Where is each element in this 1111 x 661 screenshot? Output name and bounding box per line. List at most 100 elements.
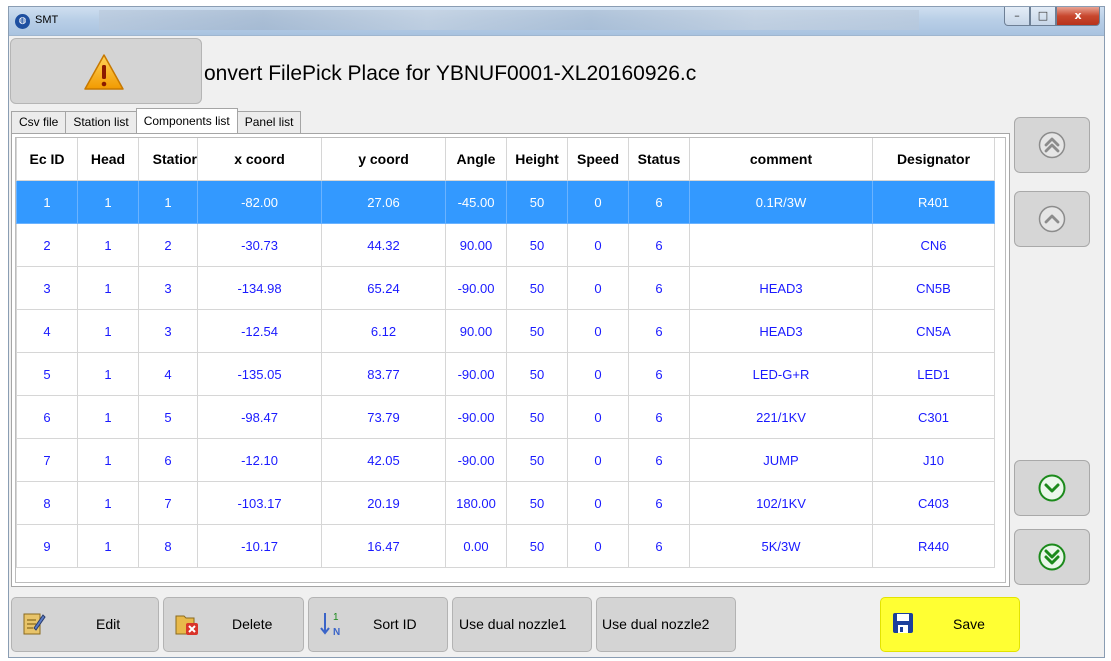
- cell-angle[interactable]: 90.00: [445, 309, 507, 353]
- delete-button[interactable]: Delete: [163, 597, 304, 652]
- cell-ec-id[interactable]: 9: [16, 524, 78, 568]
- table-row[interactable]: 3 1 3 -134.98 65.24 -90.00 50 0 6 HEAD3 CN5B: [16, 266, 995, 310]
- cell-y-coord[interactable]: 6.12: [321, 309, 446, 353]
- tab-station-list[interactable]: Station list: [65, 111, 137, 133]
- cell-ec-id[interactable]: 6: [16, 395, 78, 439]
- cell-station[interactable]: 5: [138, 395, 198, 439]
- sort-id-button[interactable]: 1 N Sort ID: [308, 597, 448, 652]
- cell-comment[interactable]: 5K/3W: [689, 524, 873, 568]
- cell-designator[interactable]: J10: [872, 438, 995, 482]
- tab-panel-list[interactable]: Panel list: [236, 111, 302, 133]
- cell-height[interactable]: 50: [506, 395, 568, 439]
- cell-ec-id[interactable]: 3: [16, 266, 78, 310]
- cell-angle[interactable]: -90.00: [445, 438, 507, 482]
- cell-comment[interactable]: HEAD3: [689, 309, 873, 353]
- cell-station[interactable]: 1: [138, 180, 198, 224]
- cell-station[interactable]: 3: [138, 309, 198, 353]
- cell-ec-id[interactable]: 5: [16, 352, 78, 396]
- cell-angle[interactable]: -90.00: [445, 266, 507, 310]
- cell-designator[interactable]: R440: [872, 524, 995, 568]
- cell-y-coord[interactable]: 20.19: [321, 481, 446, 525]
- cell-ec-id[interactable]: 1: [16, 180, 78, 224]
- cell-height[interactable]: 50: [506, 438, 568, 482]
- cell-ec-id[interactable]: 8: [16, 481, 78, 525]
- cell-x-coord[interactable]: -10.17: [197, 524, 322, 568]
- page-down-button[interactable]: [1014, 460, 1090, 516]
- cell-height[interactable]: 50: [506, 524, 568, 568]
- cell-angle[interactable]: -90.00: [445, 395, 507, 439]
- cell-designator[interactable]: CN5B: [872, 266, 995, 310]
- cell-head[interactable]: 1: [77, 438, 139, 482]
- column-header-height[interactable]: Height: [506, 138, 568, 181]
- minimize-button[interactable]: –: [1004, 7, 1030, 26]
- cell-comment[interactable]: JUMP: [689, 438, 873, 482]
- column-header-angle[interactable]: Angle: [445, 138, 507, 181]
- cell-status[interactable]: 6: [628, 524, 690, 568]
- table-row[interactable]: 1 1 1 -82.00 27.06 -45.00 50 0 6 0.1R/3W R401: [16, 180, 995, 224]
- cell-speed[interactable]: 0: [567, 395, 629, 439]
- cell-x-coord[interactable]: -12.10: [197, 438, 322, 482]
- cell-y-coord[interactable]: 16.47: [321, 524, 446, 568]
- cell-x-coord[interactable]: -134.98: [197, 266, 322, 310]
- edit-button[interactable]: Edit: [11, 597, 159, 652]
- cell-speed[interactable]: 0: [567, 309, 629, 353]
- cell-speed[interactable]: 0: [567, 524, 629, 568]
- cell-x-coord[interactable]: -12.54: [197, 309, 322, 353]
- cell-y-coord[interactable]: 73.79: [321, 395, 446, 439]
- cell-angle[interactable]: -45.00: [445, 180, 507, 224]
- table-row[interactable]: 7 1 6 -12.10 42.05 -90.00 50 0 6 JUMP J10: [16, 438, 995, 482]
- cell-ec-id[interactable]: 2: [16, 223, 78, 267]
- cell-angle[interactable]: 0.00: [445, 524, 507, 568]
- column-header-x-coord[interactable]: x coord: [197, 138, 322, 181]
- cell-y-coord[interactable]: 65.24: [321, 266, 446, 310]
- cell-speed[interactable]: 0: [567, 352, 629, 396]
- cell-designator[interactable]: LED1: [872, 352, 995, 396]
- table-row[interactable]: 8 1 7 -103.17 20.19 180.00 50 0 6 102/1KV C403: [16, 481, 995, 525]
- cell-comment[interactable]: 0.1R/3W: [689, 180, 873, 224]
- column-header-y-coord[interactable]: y coord: [321, 138, 446, 181]
- cell-angle[interactable]: 180.00: [445, 481, 507, 525]
- cell-speed[interactable]: 0: [567, 438, 629, 482]
- column-header-ecid[interactable]: Ec ID: [16, 138, 78, 181]
- column-header-head[interactable]: Head: [77, 138, 139, 181]
- cell-head[interactable]: 1: [77, 481, 139, 525]
- cell-x-coord[interactable]: -82.00: [197, 180, 322, 224]
- table-row[interactable]: 6 1 5 -98.47 73.79 -90.00 50 0 6 221/1KV C301: [16, 395, 995, 439]
- scroll-bottom-button[interactable]: [1014, 529, 1090, 585]
- dual-nozzle-1-button[interactable]: Use dual nozzle1: [452, 597, 592, 652]
- cell-head[interactable]: 1: [77, 223, 139, 267]
- cell-height[interactable]: 50: [506, 180, 568, 224]
- tab-csv-file[interactable]: Csv file: [11, 111, 67, 133]
- cell-ec-id[interactable]: 7: [16, 438, 78, 482]
- cell-designator[interactable]: C301: [872, 395, 995, 439]
- cell-status[interactable]: 6: [628, 223, 690, 267]
- cell-y-coord[interactable]: 44.32: [321, 223, 446, 267]
- dual-nozzle-2-button[interactable]: Use dual nozzle2: [596, 597, 736, 652]
- cell-head[interactable]: 1: [77, 309, 139, 353]
- cell-designator[interactable]: R401: [872, 180, 995, 224]
- cell-status[interactable]: 6: [628, 481, 690, 525]
- cell-status[interactable]: 6: [628, 180, 690, 224]
- table-row[interactable]: 4 1 3 -12.54 6.12 90.00 50 0 6 HEAD3 CN5A: [16, 309, 995, 353]
- cell-x-coord[interactable]: -103.17: [197, 481, 322, 525]
- cell-station[interactable]: 4: [138, 352, 198, 396]
- cell-x-coord[interactable]: -135.05: [197, 352, 322, 396]
- scroll-top-button[interactable]: [1014, 117, 1090, 173]
- cell-designator[interactable]: CN5A: [872, 309, 995, 353]
- cell-status[interactable]: 6: [628, 438, 690, 482]
- cell-comment[interactable]: 102/1KV: [689, 481, 873, 525]
- save-button[interactable]: Save: [880, 597, 1020, 652]
- cell-angle[interactable]: 90.00: [445, 223, 507, 267]
- cell-station[interactable]: 7: [138, 481, 198, 525]
- warning-button[interactable]: [10, 38, 202, 104]
- page-up-button[interactable]: [1014, 191, 1090, 247]
- column-header-comment[interactable]: comment: [689, 138, 873, 181]
- cell-head[interactable]: 1: [77, 180, 139, 224]
- column-header-speed[interactable]: Speed: [567, 138, 629, 181]
- maximize-button[interactable]: □: [1030, 7, 1056, 26]
- cell-x-coord[interactable]: -30.73: [197, 223, 322, 267]
- table-row[interactable]: 2 1 2 -30.73 44.32 90.00 50 0 6 CN6: [16, 223, 995, 267]
- cell-head[interactable]: 1: [77, 524, 139, 568]
- cell-height[interactable]: 50: [506, 481, 568, 525]
- cell-head[interactable]: 1: [77, 266, 139, 310]
